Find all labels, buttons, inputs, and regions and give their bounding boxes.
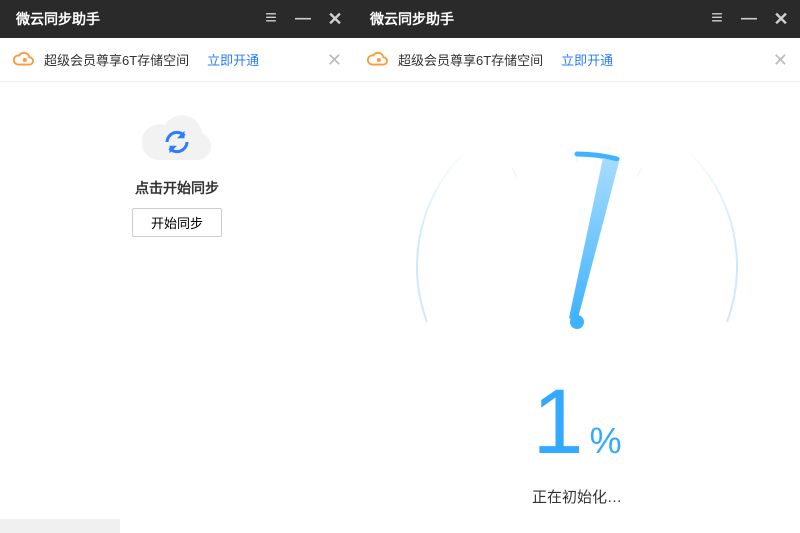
window-controls: ≡ — ✕	[708, 10, 790, 28]
promo-banner: 超级会员尊享6T存储空间 立即开通 ✕	[0, 38, 354, 82]
sync-prompt-label: 点击开始同步	[135, 178, 219, 198]
minimize-icon[interactable]: —	[294, 11, 312, 27]
window-sync-idle: 微云同步助手 ≡ — ✕ 超级会员尊享6T存储空间 立即开通 ✕	[0, 0, 354, 533]
minimize-icon[interactable]: —	[740, 11, 758, 27]
promo-text: 超级会员尊享6T存储空间	[398, 50, 543, 69]
window-controls: ≡ — ✕	[262, 10, 344, 28]
promo-close-icon[interactable]: ✕	[327, 51, 342, 69]
cloud-badge-icon	[12, 49, 34, 71]
promo-link[interactable]: 立即开通	[561, 50, 613, 69]
window-sync-running: 微云同步助手 ≡ — ✕ 超级会员尊享6T存储空间 立即开通 ✕	[354, 0, 800, 533]
start-sync-button[interactable]: 开始同步	[132, 208, 222, 237]
cloud-badge-icon	[366, 49, 388, 71]
titlebar: 微云同步助手 ≡ — ✕	[0, 0, 354, 38]
promo-text: 超级会员尊享6T存储空间	[44, 50, 189, 69]
titlebar: 微云同步助手 ≡ — ✕	[354, 0, 800, 38]
body-idle: 点击开始同步 开始同步	[0, 82, 354, 533]
app-title: 微云同步助手	[364, 9, 708, 29]
promo-close-icon[interactable]: ✕	[773, 51, 788, 69]
menu-icon[interactable]: ≡	[262, 8, 280, 28]
app-title: 微云同步助手	[10, 9, 262, 29]
close-icon[interactable]: ✕	[772, 10, 790, 28]
promo-link[interactable]: 立即开通	[207, 50, 259, 69]
progress-percent: 1 %	[532, 376, 621, 468]
progress-gauge	[397, 92, 757, 372]
cloud-sync-icon	[142, 112, 212, 166]
status-bar-placeholder	[0, 519, 120, 533]
sync-prompt: 点击开始同步 开始同步	[132, 112, 222, 237]
progress-value: 1	[532, 376, 583, 468]
progress-unit: %	[590, 420, 622, 462]
progress-status: 正在初始化…	[532, 486, 622, 507]
close-icon[interactable]: ✕	[326, 10, 344, 28]
body-running: 1 % 正在初始化…	[354, 82, 800, 533]
promo-banner: 超级会员尊享6T存储空间 立即开通 ✕	[354, 38, 800, 82]
menu-icon[interactable]: ≡	[708, 8, 726, 28]
